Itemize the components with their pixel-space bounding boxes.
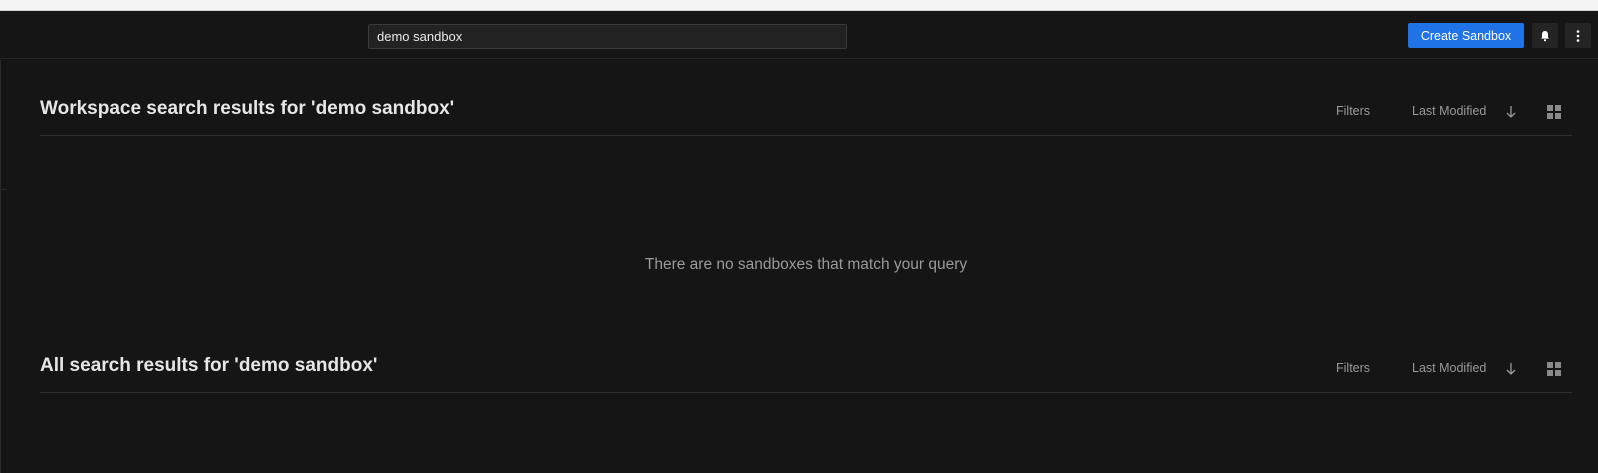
arrow-down-icon[interactable] — [1504, 360, 1518, 378]
top-header: Create Sandbox — [0, 11, 1598, 59]
sidebar-edge — [0, 60, 1, 473]
empty-results-message: There are no sandboxes that match your q… — [644, 256, 968, 273]
filters-button[interactable]: Filters — [1336, 104, 1370, 118]
create-sandbox-button[interactable]: Create Sandbox — [1408, 23, 1524, 48]
bell-icon — [1541, 30, 1549, 41]
section-divider — [40, 392, 1572, 393]
workspace-results-controls: Filters Last Modified — [1320, 103, 1580, 121]
grid-view-icon[interactable] — [1546, 104, 1562, 120]
browser-top-strip — [0, 0, 1598, 11]
arrow-down-icon[interactable] — [1504, 103, 1518, 121]
sidebar-divider — [0, 189, 6, 190]
more-menu-button[interactable] — [1565, 23, 1591, 48]
all-results-controls: Filters Last Modified — [1320, 360, 1580, 378]
notifications-button[interactable] — [1532, 23, 1558, 48]
section-divider — [40, 135, 1572, 136]
sort-button[interactable]: Last Modified — [1412, 104, 1486, 118]
grid-view-icon[interactable] — [1546, 361, 1562, 377]
sort-button[interactable]: Last Modified — [1412, 361, 1486, 375]
all-results-title: All search results for 'demo sandbox' — [40, 355, 378, 376]
filters-button[interactable]: Filters — [1336, 361, 1370, 375]
workspace-results-title: Workspace search results for 'demo sandb… — [40, 98, 455, 119]
search-input[interactable] — [368, 24, 847, 49]
more-vertical-icon — [1576, 29, 1580, 42]
